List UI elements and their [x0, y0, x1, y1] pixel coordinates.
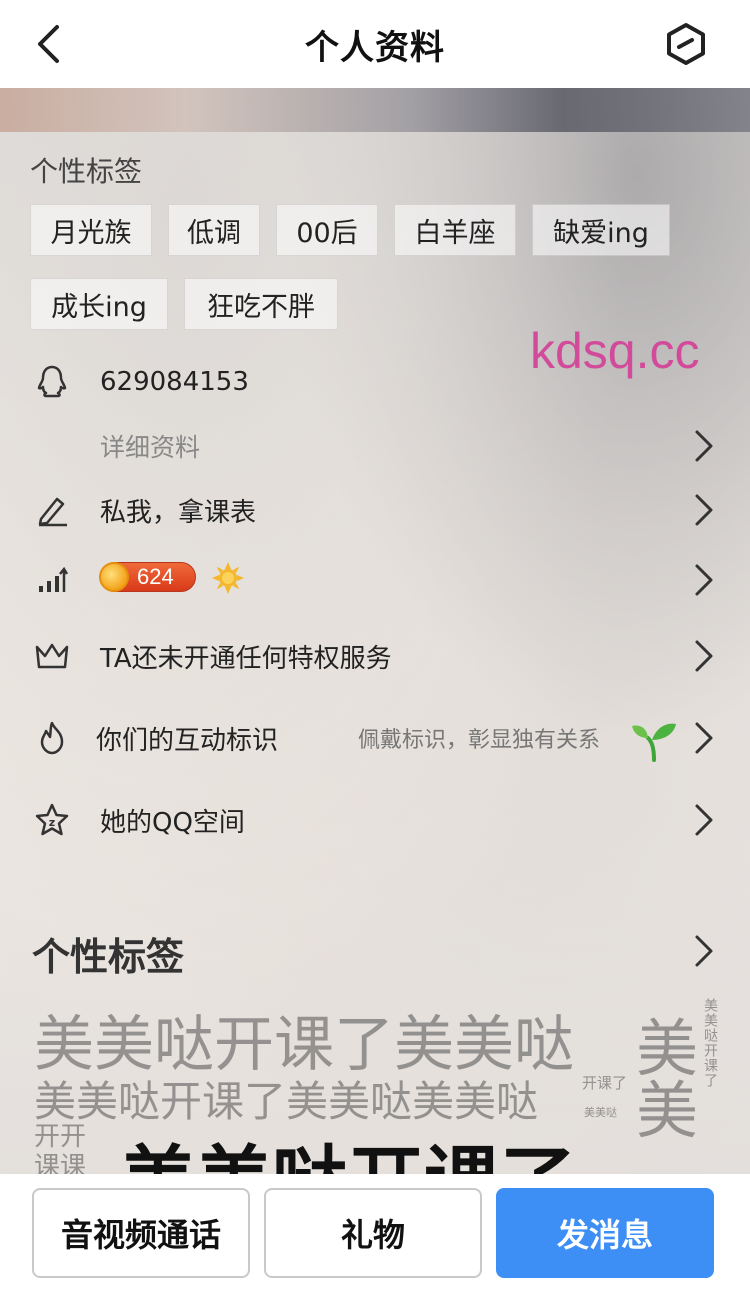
- interaction-label: 你们的互动标识: [96, 725, 279, 756]
- chevron-right-icon: [695, 564, 713, 596]
- qq-number: 629084153: [100, 367, 249, 397]
- chevron-right-icon: [695, 804, 713, 836]
- page-title: 个人资料: [305, 27, 445, 68]
- tag-wall-title: 个性标签: [32, 935, 185, 979]
- chevron-right-icon[interactable]: [694, 934, 714, 968]
- signature-row[interactable]: 私我，拿课表: [0, 478, 750, 542]
- tags-section-title: 个性标签: [30, 155, 143, 188]
- penguin-icon: [34, 364, 70, 400]
- gift-button[interactable]: 礼物: [264, 1188, 482, 1278]
- penguin-coin-icon: [99, 562, 129, 592]
- back-button[interactable]: [24, 20, 72, 68]
- tag-chip[interactable]: 白羊座: [394, 204, 516, 256]
- star-icon: z: [34, 802, 70, 838]
- send-message-button[interactable]: 发消息: [496, 1188, 714, 1278]
- tag-chip[interactable]: 00后: [276, 204, 378, 256]
- word-cloud-item: 美美哒: [584, 1106, 617, 1119]
- word-cloud-item: 美美哒开课了: [702, 998, 718, 1088]
- chevron-left-icon: [38, 25, 59, 63]
- detail-info-row[interactable]: 详细资料: [0, 414, 750, 478]
- hexagon-icon: [667, 23, 705, 65]
- level-number: 624: [137, 564, 174, 589]
- word-cloud-item: 美美哒开课了: [120, 1120, 576, 1174]
- chevron-right-icon: [695, 722, 713, 754]
- sun-icon: [212, 562, 244, 594]
- call-button[interactable]: 音视频通话: [32, 1188, 250, 1278]
- chevron-right-icon: [695, 640, 713, 672]
- svg-text:z: z: [49, 816, 55, 829]
- rank-bars-icon: [34, 562, 70, 598]
- level-badge: 624: [99, 562, 196, 592]
- flame-icon: [34, 720, 70, 756]
- tag-chip[interactable]: 缺爱ing: [532, 204, 670, 256]
- tag-chip[interactable]: 成长ing: [30, 278, 168, 330]
- interaction-row[interactable]: 你们的互动标识 佩戴标识，彰显独有关系: [0, 706, 750, 770]
- privilege-row[interactable]: TA还未开通任何特权服务: [0, 624, 750, 688]
- level-row[interactable]: 624: [0, 548, 750, 612]
- tag-chip[interactable]: 狂吃不胖: [184, 278, 338, 330]
- tag-chip[interactable]: 月光族: [30, 204, 152, 256]
- word-cloud-item: 美: [636, 1074, 699, 1147]
- nav-bar: 个人资料: [0, 0, 750, 88]
- more-button[interactable]: [664, 22, 708, 66]
- tag-chip[interactable]: 低调: [168, 204, 260, 256]
- signature-text: 私我，拿课表: [100, 497, 257, 528]
- sprout-icon: [632, 723, 676, 762]
- pencil-icon: [34, 492, 70, 528]
- tag-word-cloud: 美美哒开课了美美哒 美 美 美美哒开课了美美哒美美哒 开课了 美美哒 开开 课课…: [0, 990, 750, 1174]
- chevron-right-icon: [695, 430, 713, 462]
- interaction-hint: 佩戴标识，彰显独有关系: [358, 728, 601, 753]
- qzone-label: 她的QQ空间: [100, 807, 245, 838]
- word-cloud-item: 课课: [34, 1152, 87, 1174]
- cover-photo-edge: [0, 88, 750, 132]
- crown-icon: [34, 638, 70, 674]
- qzone-row[interactable]: z 她的QQ空间: [0, 788, 750, 852]
- chevron-right-icon: [695, 494, 713, 526]
- word-cloud-item: 开课了: [582, 1074, 628, 1092]
- detail-info-label: 详细资料: [100, 433, 201, 462]
- watermark-text: kdsq.cc: [530, 323, 700, 379]
- action-bar: 音视频通话 礼物 发消息: [0, 1174, 750, 1294]
- privilege-text: TA还未开通任何特权服务: [100, 643, 392, 674]
